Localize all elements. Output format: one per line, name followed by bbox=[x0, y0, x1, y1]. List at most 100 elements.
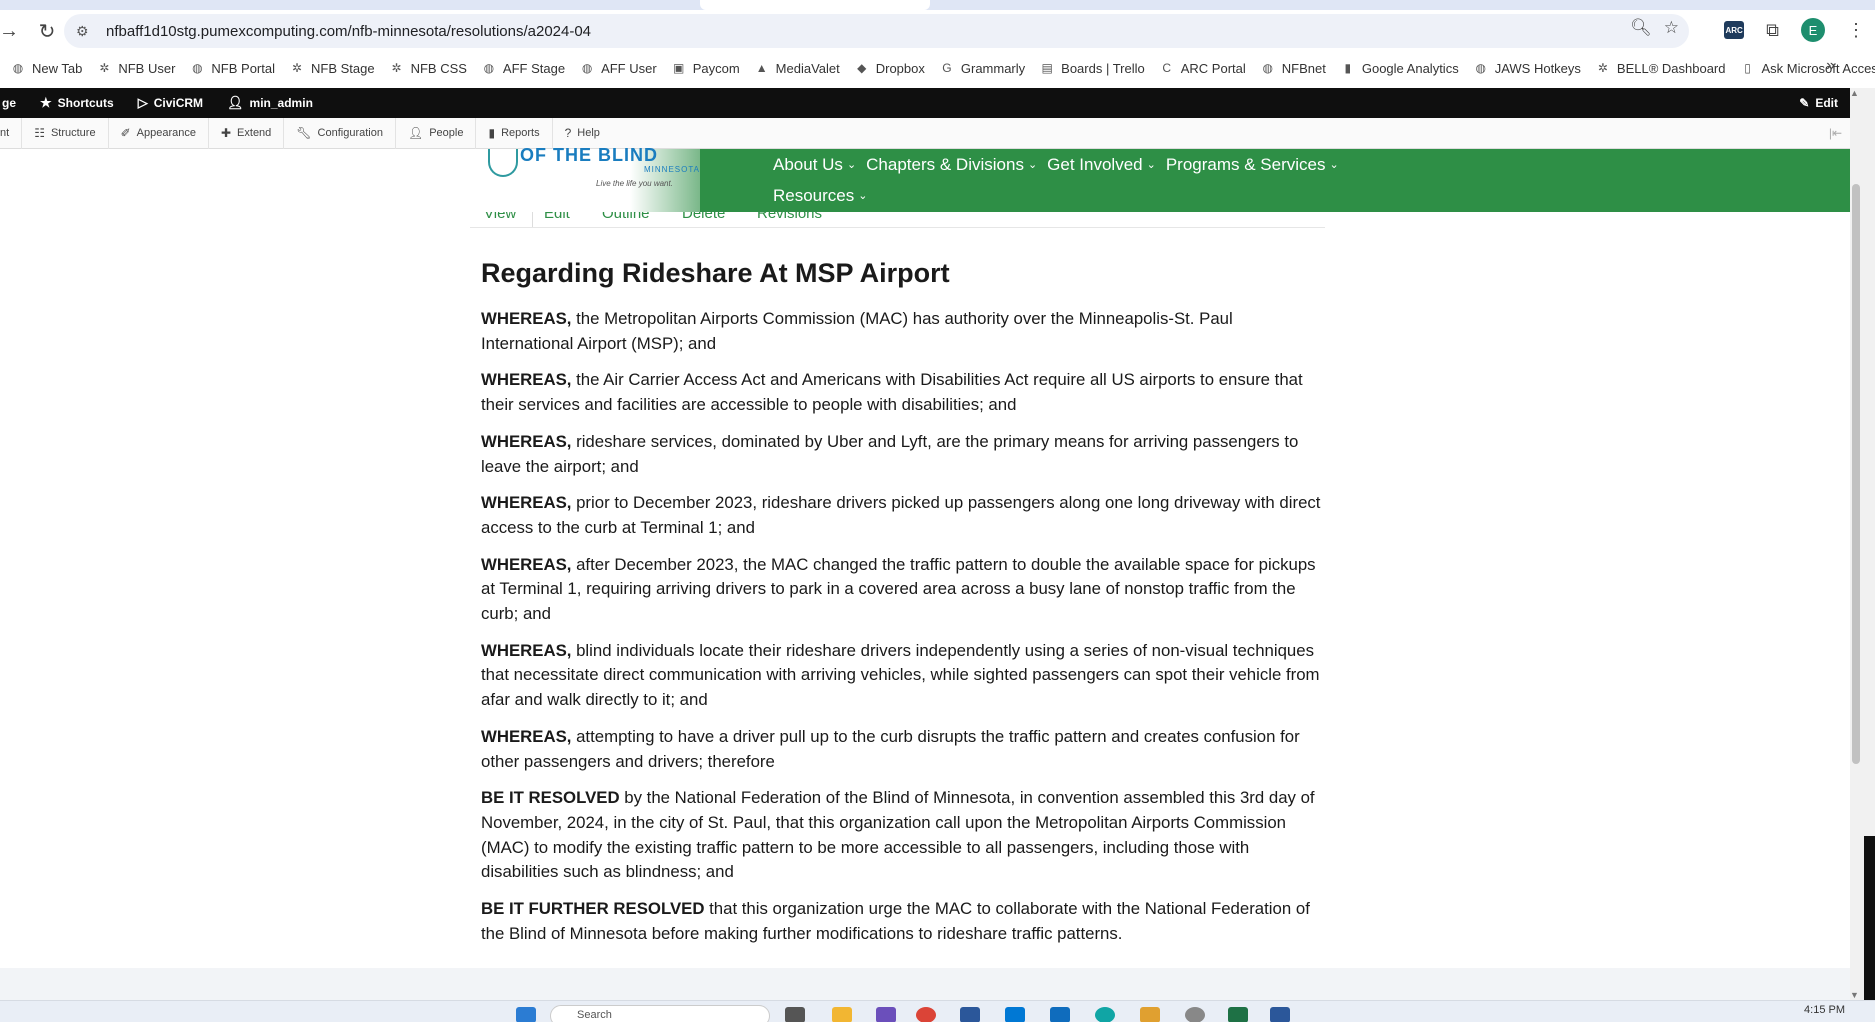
task-view-icon[interactable] bbox=[785, 1007, 805, 1022]
nav-item[interactable]: Get Involved ⌄ bbox=[1047, 155, 1156, 175]
bookmarks-overflow-icon[interactable]: » bbox=[1826, 57, 1835, 75]
admin-shortcuts[interactable]: ★ Shortcuts bbox=[28, 88, 126, 118]
nfb-star-icon: ✲ bbox=[391, 61, 402, 75]
outlook-icon[interactable] bbox=[1005, 1007, 1025, 1022]
bookmark-item[interactable]: ▣ Paycom bbox=[671, 60, 740, 76]
tray-orientation-toggle-icon[interactable]: |⇤ bbox=[1829, 126, 1842, 140]
logo-mark-icon bbox=[488, 149, 518, 177]
edge-icon[interactable] bbox=[1095, 1007, 1115, 1022]
admin-edit-button[interactable]: ✎ Edit bbox=[1799, 88, 1838, 118]
active-tab[interactable] bbox=[700, 0, 930, 10]
dropbox-icon: ◆ bbox=[857, 61, 867, 75]
chrome-icon[interactable] bbox=[916, 1007, 936, 1022]
globe-icon: ◍ bbox=[483, 61, 495, 75]
bookmark-item[interactable]: ◆ Dropbox bbox=[854, 60, 925, 76]
admin-toolbar: ge ★ Shortcuts ▷ CiviCRM 👤︎ min_admin ✎ Edit bbox=[0, 88, 1850, 118]
bookmark-item[interactable]: ◍ AFF User bbox=[579, 60, 657, 76]
bookmark-item[interactable]: ◍ JAWS Hotkeys bbox=[1473, 60, 1580, 76]
bookmark-label: Paycom bbox=[692, 60, 740, 76]
tab-delete[interactable]: Delete bbox=[682, 212, 725, 222]
address-bar[interactable]: ⚙ nfbaff1d10stg.pumexcomputing.com/nfb-m… bbox=[64, 14, 1689, 48]
bookmark-item[interactable]: ✲ NFB Stage bbox=[289, 60, 375, 76]
paragraph-text: the Air Carrier Access Act and Americans… bbox=[481, 370, 1303, 415]
settings-icon[interactable] bbox=[1185, 1007, 1205, 1022]
bookmark-item[interactable]: ▲ MediaValet bbox=[754, 60, 840, 76]
bookmark-item[interactable]: ▯ Ask Microsoft Acces... bbox=[1740, 60, 1875, 76]
windows-start-icon[interactable] bbox=[516, 1007, 536, 1022]
bookmark-item[interactable]: ✲ NFB User bbox=[96, 60, 175, 76]
bookmark-label: AFF Stage bbox=[502, 60, 566, 76]
file-explorer-icon[interactable] bbox=[832, 1007, 852, 1022]
tray-item-content[interactable]: nt bbox=[0, 117, 23, 149]
analytics-icon: ▮ bbox=[1344, 61, 1352, 75]
zoom-icon[interactable]: 🔍︎ bbox=[1630, 18, 1652, 38]
url-text[interactable]: nfbaff1d10stg.pumexcomputing.com/nfb-min… bbox=[106, 23, 591, 40]
tray-item-configuration[interactable]: 🔧︎ Configuration bbox=[284, 117, 396, 149]
admin-manage[interactable]: ge bbox=[0, 88, 28, 118]
forward-icon[interactable]: → bbox=[0, 16, 24, 46]
taskbar-clock[interactable]: 4:15 PM bbox=[1804, 1004, 1845, 1016]
bookmark-item[interactable]: ◍ NFBnet bbox=[1260, 60, 1326, 76]
tab-revisions[interactable]: Revisions bbox=[757, 212, 822, 222]
tray-item-appearance[interactable]: ✐ Appearance bbox=[109, 117, 209, 149]
tab-strip bbox=[0, 0, 1875, 10]
site-info-icon[interactable]: ⚙ bbox=[76, 23, 96, 40]
bookmark-item[interactable]: ▤ Boards | Trello bbox=[1039, 60, 1144, 76]
paragraph-text: prior to December 2023, rideshare driver… bbox=[481, 493, 1321, 537]
bookmark-item[interactable]: ✲ NFB CSS bbox=[389, 60, 467, 76]
nav-item[interactable]: About Us ⌄ bbox=[773, 155, 856, 175]
calendar-icon[interactable] bbox=[1050, 1007, 1070, 1022]
chevron-down-icon: ⌄ bbox=[1146, 159, 1156, 171]
profile-avatar[interactable]: E bbox=[1801, 18, 1825, 42]
chevron-down-icon: ⌄ bbox=[846, 159, 857, 171]
bookmark-item[interactable]: ◍ AFF Stage bbox=[481, 60, 565, 76]
bookmark-star-icon[interactable]: ☆ bbox=[1664, 18, 1679, 38]
arc-extension-icon[interactable]: ARC bbox=[1724, 21, 1745, 39]
bookmark-item[interactable]: ◍ New Tab bbox=[10, 60, 83, 76]
scroll-up-icon[interactable]: ▲ bbox=[1850, 88, 1859, 98]
bookmark-label: BELL® Dashboard bbox=[1616, 60, 1726, 76]
paragraph-text: blind individuals locate their rideshare… bbox=[481, 640, 1320, 710]
admin-user[interactable]: 👤︎ min_admin bbox=[215, 88, 325, 118]
bookmark-item[interactable]: G Grammarly bbox=[939, 60, 1025, 76]
tray-item-structure[interactable]: ☷ Structure bbox=[22, 117, 109, 149]
reload-icon[interactable]: ↻ bbox=[32, 16, 62, 46]
scrollbar-thumb[interactable] bbox=[1852, 184, 1860, 764]
tab-view[interactable]: View bbox=[484, 212, 516, 222]
local-tasks-tabs: View Edit Outline Delete Revisions bbox=[470, 212, 1325, 228]
nav-item-label: Resources bbox=[773, 185, 855, 205]
nav-item-label: About Us bbox=[773, 154, 843, 174]
bookmark-item[interactable]: C ARC Portal bbox=[1159, 60, 1245, 76]
nav-item-label: Get Involved bbox=[1047, 154, 1143, 174]
arc-icon: C bbox=[1162, 61, 1172, 75]
tray-item-people[interactable]: 👤︎ People bbox=[396, 117, 477, 149]
tab-edit[interactable]: Edit bbox=[544, 212, 570, 222]
tray-item-help[interactable]: ? Help bbox=[553, 118, 612, 149]
taskbar-search[interactable]: Search bbox=[550, 1005, 770, 1022]
tray-item-extend[interactable]: ✚ Extend bbox=[209, 117, 285, 149]
nav-item[interactable]: Resources ⌄ bbox=[773, 186, 867, 206]
bookmark-item[interactable]: ◍ NFB Portal bbox=[189, 60, 275, 76]
globe-icon: ◍ bbox=[1475, 61, 1486, 75]
page-title: Regarding Rideshare At MSP Airport bbox=[481, 258, 950, 288]
tab-outline[interactable]: Outline bbox=[602, 212, 650, 222]
resolution-paragraph: WHEREAS, prior to December 2023, ridesha… bbox=[481, 491, 1326, 540]
app-icon[interactable] bbox=[1270, 1007, 1290, 1022]
bookmark-item[interactable]: ✲ BELL® Dashboard bbox=[1595, 60, 1726, 76]
excel-icon[interactable] bbox=[1228, 1007, 1248, 1022]
teams-icon[interactable] bbox=[876, 1007, 896, 1022]
bookmark-item[interactable]: ▮ Google Analytics bbox=[1340, 60, 1459, 76]
admin-civicrm[interactable]: ▷ CiviCRM bbox=[126, 88, 215, 118]
photos-icon[interactable] bbox=[1140, 1007, 1160, 1022]
scroll-down-icon[interactable]: ▼ bbox=[1850, 990, 1859, 1000]
kebab-menu-icon[interactable]: ⋮ bbox=[1847, 20, 1865, 41]
resolution-paragraph: WHEREAS, attempting to have a driver pul… bbox=[481, 725, 1326, 774]
resolution-paragraph: WHEREAS, the Metropolitan Airports Commi… bbox=[481, 307, 1326, 356]
extensions-puzzle-icon[interactable]: ⧉ bbox=[1766, 20, 1779, 41]
page-scrollbar[interactable]: ▲ ▼ bbox=[1850, 88, 1875, 1000]
site-logo[interactable]: OF THE BLIND MINNESOTA Live the life you… bbox=[480, 145, 700, 212]
word-icon[interactable] bbox=[960, 1007, 980, 1022]
nav-item[interactable]: Programs & Services ⌄ bbox=[1166, 155, 1339, 175]
nav-item[interactable]: Chapters & Divisions ⌄ bbox=[866, 155, 1037, 175]
tray-item-reports[interactable]: ▮ Reports bbox=[476, 117, 553, 149]
